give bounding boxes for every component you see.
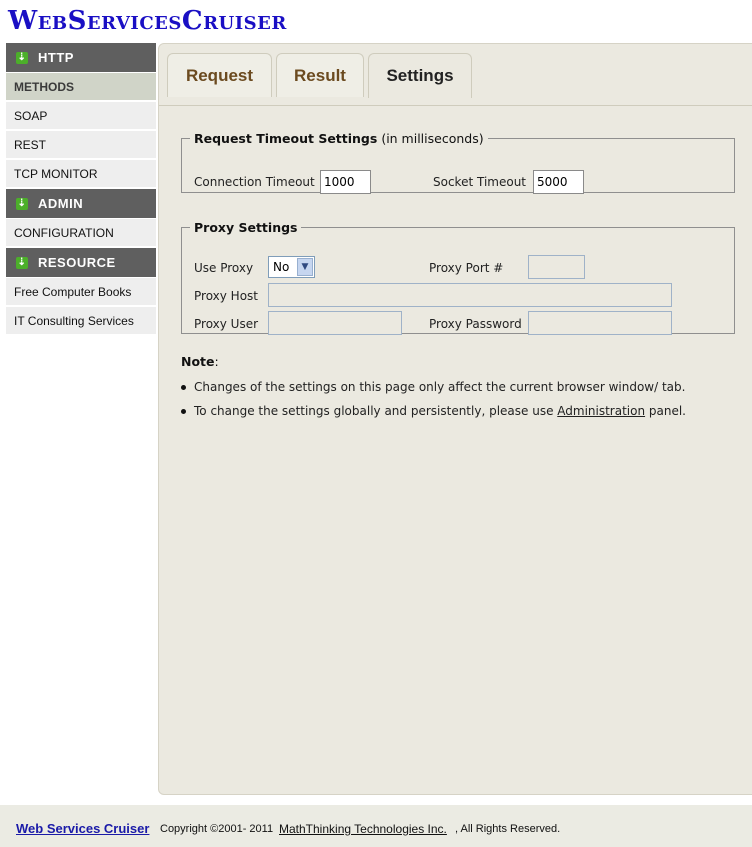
sidebar-section-admin[interactable]: ⇣ ADMIN [6, 189, 156, 218]
sidebar-item-methods[interactable]: METHODS [6, 73, 156, 100]
footer-brand-link[interactable]: Web Services Cruiser [16, 821, 149, 836]
app-logo: WebServicesCruiser [8, 6, 287, 36]
sidebar-section-resource[interactable]: ⇣ RESOURCE [6, 248, 156, 277]
main-panel: Request Result Settings Request Timeout … [158, 43, 752, 795]
expand-icon: ⇣ [16, 197, 28, 210]
note-item: Changes of the settings on this page onl… [181, 380, 685, 394]
tab-divider [159, 105, 752, 106]
note-item-text: panel. [645, 404, 686, 418]
tab-settings[interactable]: Settings [368, 53, 472, 98]
note-title: Note [181, 354, 215, 369]
sidebar-item-configuration[interactable]: CONFIGURATION [6, 219, 156, 246]
proxy-settings-group: Proxy Settings Use Proxy No ▼ Proxy Port… [181, 220, 735, 335]
proxy-port-input[interactable] [528, 255, 585, 279]
proxy-legend: Proxy Settings [190, 220, 301, 235]
expand-icon: ⇣ [16, 256, 28, 269]
footer-rights: , All Rights Reserved. [455, 823, 561, 835]
socket-timeout-input[interactable] [533, 170, 584, 194]
bullet-icon [181, 385, 186, 390]
note-heading: Note: [181, 354, 219, 369]
proxy-password-input[interactable] [528, 311, 672, 335]
sidebar-item-tcp-monitor[interactable]: TCP MONITOR [6, 160, 156, 187]
chevron-down-icon: ▼ [297, 258, 313, 276]
connection-timeout-label: Connection Timeout [194, 175, 315, 189]
sidebar-item-rest[interactable]: REST [6, 131, 156, 158]
note-colon: : [214, 354, 219, 369]
timeout-settings-group: Request Timeout Settings (in millisecond… [181, 131, 735, 194]
sidebar-item-it-consulting[interactable]: IT Consulting Services [6, 307, 156, 334]
socket-timeout-label: Socket Timeout [433, 175, 526, 189]
note-item-text: To change the settings globally and pers… [194, 404, 558, 418]
note-item-text: Changes of the settings on this page onl… [194, 380, 686, 394]
sidebar-section-label: HTTP [38, 50, 74, 65]
use-proxy-value: No [273, 260, 290, 274]
use-proxy-select[interactable]: No ▼ [268, 256, 315, 278]
timeout-legend-title: Request Timeout Settings [194, 131, 378, 146]
timeout-legend-note: (in milliseconds) [381, 131, 484, 146]
proxy-port-label: Proxy Port # [429, 261, 504, 275]
sidebar-item-soap[interactable]: SOAP [6, 102, 156, 129]
administration-link[interactable]: Administration [557, 404, 645, 418]
footer-copyright: Copyright ©2001- 2011 [160, 823, 274, 835]
footer-company-link[interactable]: MathThinking Technologies Inc. [279, 822, 447, 836]
proxy-host-label: Proxy Host [194, 289, 259, 303]
use-proxy-label: Use Proxy [194, 261, 254, 275]
proxy-password-label: Proxy Password [429, 317, 522, 331]
sidebar-item-free-computer-books[interactable]: Free Computer Books [6, 278, 156, 305]
proxy-user-label: Proxy User [194, 317, 259, 331]
connection-timeout-input[interactable] [320, 170, 371, 194]
timeout-legend: Request Timeout Settings (in millisecond… [190, 131, 488, 146]
sidebar-section-label: RESOURCE [38, 255, 116, 270]
bullet-icon [181, 409, 186, 414]
sidebar: ⇣ HTTP METHODS SOAP REST TCP MONITOR ⇣ A… [6, 43, 156, 334]
proxy-user-input[interactable] [268, 311, 402, 335]
tab-result[interactable]: Result [276, 53, 364, 97]
sidebar-section-http[interactable]: ⇣ HTTP [6, 43, 156, 72]
note-item: To change the settings globally and pers… [181, 404, 686, 418]
footer: Web Services Cruiser Copyright ©2001- 20… [0, 805, 752, 847]
proxy-host-input[interactable] [268, 283, 672, 307]
expand-icon: ⇣ [16, 51, 28, 64]
tab-bar: Request Result Settings [159, 53, 752, 106]
proxy-legend-title: Proxy Settings [194, 220, 298, 235]
sidebar-section-label: ADMIN [38, 196, 84, 211]
tab-request[interactable]: Request [167, 53, 272, 97]
